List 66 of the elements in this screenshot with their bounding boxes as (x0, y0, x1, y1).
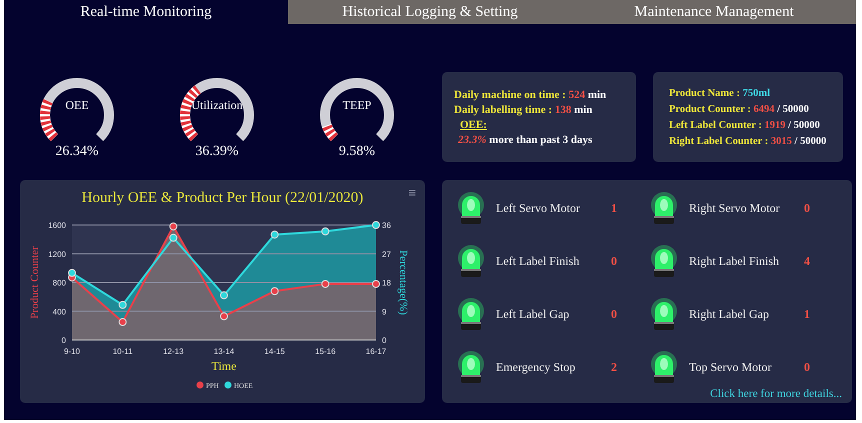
axis-tick: 12-13 (163, 347, 184, 356)
status-count: 1 (611, 201, 617, 216)
tab[interactable]: Historical Logging & Setting (288, 0, 572, 24)
axis-tick: 27 (382, 250, 391, 259)
axis-tick: 14-15 (264, 347, 285, 356)
axis-title: Time (212, 359, 236, 373)
status-label: Top Servo Motor (689, 360, 772, 375)
status-count: 2 (611, 360, 617, 375)
status-label: Left Servo Motor (496, 201, 581, 216)
info-line: Product Counter : 6494 / 50000 (669, 104, 810, 114)
axis-tick: 0 (382, 336, 386, 345)
status-count: 0 (611, 254, 617, 269)
axis-tick: 1600 (48, 221, 66, 230)
axis-tick: 800 (52, 278, 66, 288)
data-point (372, 280, 380, 288)
data-point (321, 227, 330, 236)
info-line: Daily labelling time : 138 min (454, 104, 594, 116)
info-line: OEE: (460, 118, 488, 130)
info-line: Daily machine on time : 524 min (454, 88, 608, 100)
info-line: Left Label Counter : 1919 / 50000 (669, 120, 821, 130)
axis-tick: 0 (62, 336, 66, 345)
status-label: Left Label Finish (496, 254, 580, 269)
data-point (270, 287, 279, 296)
data-point (118, 300, 127, 309)
tab[interactable]: Maintenance Management (572, 0, 856, 24)
axis-tick: 36 (382, 221, 391, 230)
gauge-label: Utilization (190, 98, 244, 113)
status-count: 0 (611, 307, 617, 322)
status-count: 1 (804, 307, 810, 322)
status-count: 0 (804, 360, 810, 375)
status-count: 0 (804, 201, 810, 216)
data-point (118, 318, 127, 326)
gauge-label: OEE (64, 98, 90, 113)
axis-tick: 400 (52, 307, 66, 316)
data-point (169, 222, 178, 230)
gauge-label: TEEP (342, 98, 372, 113)
axis-tick: 13-14 (214, 347, 234, 356)
status-label: Right Label Gap (689, 307, 770, 322)
axis-tick: 1200 (48, 250, 66, 259)
status-label: Right Label Finish (689, 254, 780, 269)
axis-tick: 15-16 (315, 347, 336, 356)
data-point (372, 221, 380, 229)
status-label: Left Label Gap (496, 307, 570, 322)
axis-title: Percentage(%) (397, 250, 409, 315)
info-line: 23.3% more than past 3 days (456, 134, 594, 146)
axis-tick: 18 (382, 278, 391, 288)
status-count: 4 (804, 254, 810, 269)
status-label: Emergency Stop (496, 360, 576, 375)
data-point (220, 312, 228, 320)
info-line: Product Name : 750ml (669, 88, 772, 98)
data-point (270, 230, 279, 239)
axis-tick: 16-17 (366, 347, 386, 356)
gauge-reading: 26.34% (55, 144, 99, 160)
axis-tick: 10-11 (112, 347, 133, 356)
axis-tick: 9-10 (64, 347, 80, 356)
axis-title: Product Counter (29, 246, 41, 319)
status-label: Right Servo Motor (689, 201, 781, 216)
gauge-reading: 36.39% (195, 144, 239, 160)
info-line: Right Label Counter : 3015 / 50000 (669, 136, 828, 146)
data-point (220, 291, 228, 300)
details-link[interactable]: Click here for more details... (710, 388, 842, 400)
data-point (169, 234, 178, 242)
chart-title: Hourly OEE & Product Per Hour (22/01/2020) (82, 190, 364, 207)
axis-tick: 9 (382, 307, 386, 316)
data-point (321, 280, 330, 288)
gauge-reading: 9.58% (338, 144, 376, 160)
